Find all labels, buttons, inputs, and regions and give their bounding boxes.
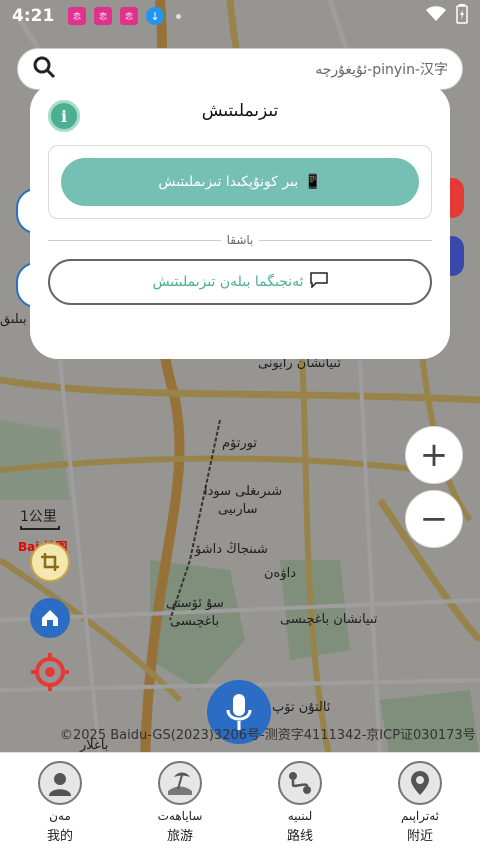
nav-label-ug: مەن — [49, 809, 71, 823]
dialog-secondary-label: ئەنجىگما بىلەن تىزىملىتىش — [152, 274, 304, 290]
route-icon — [278, 761, 322, 805]
notification-dot-icon — [176, 13, 181, 19]
nav-item-route[interactable]: لىنىيە 路线 — [240, 753, 360, 853]
map-copyright: ©2025 Baidu-GS(2023)3206号-测资字4111342-京IC… — [60, 728, 476, 743]
home-icon[interactable] — [30, 598, 70, 638]
one-click-login-button[interactable]: بىر كونۇپكىدا تىزىملىتىش 📱 — [61, 158, 419, 206]
bottom-nav: مەن 我的 ساياھەت 旅游 لىنىيە 路线 ئەتراپىم 附近 — [0, 752, 480, 853]
nav-item-travel[interactable]: ساياھەت 旅游 — [120, 753, 240, 853]
one-click-login-card: بىر كونۇپكىدا تىزىملىتىش 📱 — [48, 145, 432, 219]
wifi-icon — [426, 6, 446, 26]
status-bar: 4:21 恋 恋 恋 ↓ — [0, 0, 480, 32]
phone-icon: 📱 — [304, 174, 322, 190]
zoom-out-button[interactable]: − — [405, 490, 463, 548]
map-scale-bar — [20, 526, 60, 530]
nav-label-ug: لىنىيە — [287, 809, 313, 823]
search-icon[interactable] — [32, 55, 56, 83]
nav-item-me[interactable]: مەن 我的 — [0, 753, 120, 853]
nav-label-ug: ئەتراپىم — [400, 809, 439, 823]
alternate-login-button[interactable]: ئەنجىگما بىلەن تىزىملىتىش — [48, 259, 432, 305]
app-notification-icon: 恋 — [120, 7, 138, 25]
map-scale-label: 1公里 — [20, 509, 57, 525]
app-notification-icon: 恋 — [94, 7, 112, 25]
nav-label-cn: 路线 — [286, 829, 313, 844]
location-pin-icon — [398, 761, 442, 805]
app-notification-icon: 恋 — [68, 7, 86, 25]
status-time: 4:21 — [12, 6, 55, 26]
download-icon: ↓ — [146, 7, 164, 25]
message-icon — [309, 272, 328, 292]
battery-icon — [456, 4, 468, 28]
locate-icon[interactable] — [28, 650, 72, 694]
dialog-title: تىزىملىتىش — [201, 101, 279, 121]
crop-icon[interactable] — [30, 542, 70, 582]
user-icon — [38, 761, 82, 805]
nav-label-ug: ساياھەت — [157, 809, 203, 823]
other-methods-label: باشقا — [30, 233, 450, 247]
nav-label-cn: 附近 — [406, 829, 433, 844]
dialog-primary-label: بىر كونۇپكىدا تىزىملىتىش — [158, 174, 299, 190]
login-dialog: i تىزىملىتىش بىر كونۇپكىدا تىزىملىتىش 📱 … — [30, 83, 450, 359]
zoom-in-button[interactable]: + — [405, 426, 463, 484]
nav-label-cn: 旅游 — [166, 829, 193, 844]
nav-item-nearby[interactable]: ئەتراپىم 附近 — [360, 753, 480, 853]
beach-icon — [158, 761, 202, 805]
search-input[interactable]: ئۇيغۇرچە-pinyin-汉字 — [315, 59, 448, 79]
nav-label-cn: 我的 — [46, 829, 73, 844]
